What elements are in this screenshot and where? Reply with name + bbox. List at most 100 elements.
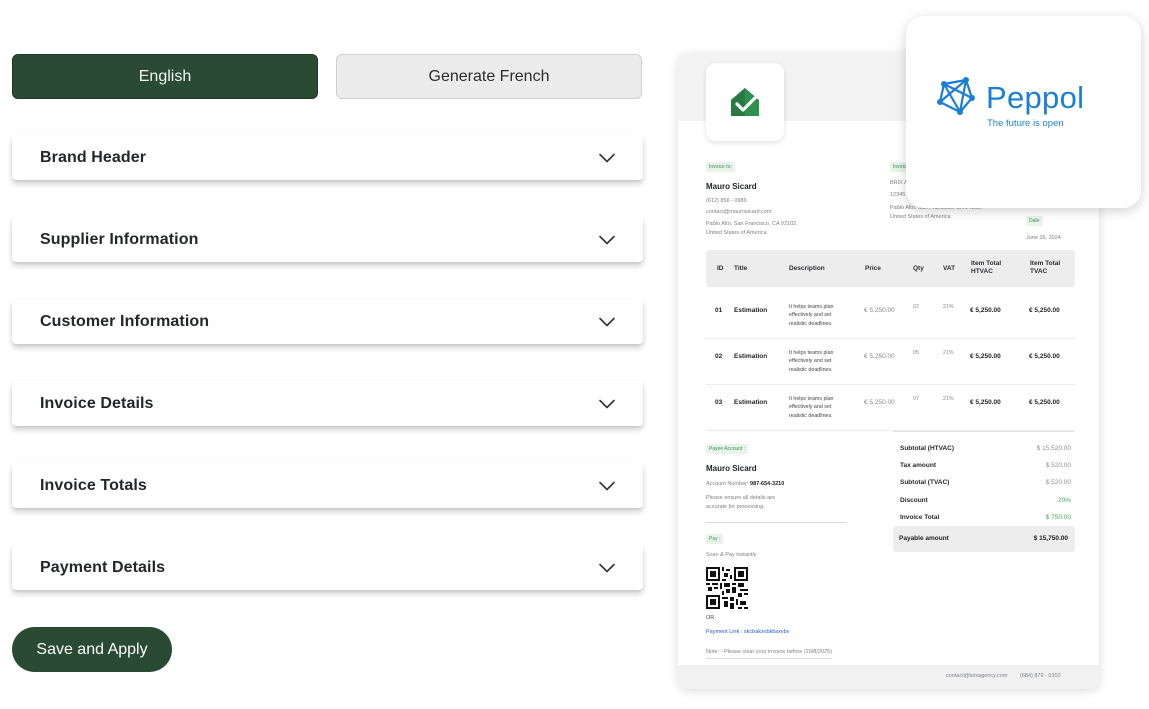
subtotal-htvac-value: $ 15,520.00 (1036, 445, 1071, 452)
table-row: 03 Estimation It helps teams plan effect… (706, 385, 1075, 431)
row-description: It helps teams plan effectively and set … (789, 304, 834, 327)
house-check-icon (731, 88, 759, 116)
account-number: 987-654-3210 (750, 481, 785, 487)
invoice-footer: contact@brixagency.com (684) 879 - 0102 (678, 665, 1099, 689)
accordion-customer-information[interactable]: Customer Information (12, 299, 643, 344)
column-item-total-tvac: Item Total TVAC (1030, 260, 1061, 276)
qr-code-icon[interactable] (706, 567, 748, 609)
save-and-apply-button[interactable]: Save and Apply (12, 627, 172, 672)
accordion-brand-header[interactable]: Brand Header (12, 135, 643, 180)
items-table-header: ID Title Description Price Qty VAT Item … (706, 250, 1075, 287)
row-id: 03 (715, 399, 723, 406)
customer-name: Mauro Sicard (706, 182, 757, 191)
chevron-down-icon (599, 399, 615, 408)
row-vat: 21% (943, 304, 954, 310)
account-number-line: Account Number: 987-654-3210 (706, 481, 785, 487)
row-title: Estimation (734, 353, 768, 360)
row-title: Estimation (734, 399, 768, 406)
tax-amount-label: Tax amount (900, 462, 936, 469)
payee-account-tag: Payee Account : (706, 444, 749, 454)
accordion-title: Invoice Details (40, 394, 154, 412)
row-qty: 07 (913, 396, 919, 402)
row-vat: 21% (943, 350, 954, 356)
column-price: Price (865, 265, 881, 272)
pay-tag: Pay : (706, 534, 724, 544)
row-qty: 02 (913, 304, 919, 310)
row-total-htvac: € 5,250.00 (970, 307, 1001, 314)
footer-email: contact@brixagency.com (946, 673, 1008, 679)
peppol-tagline: The future is open (987, 118, 1064, 129)
column-item-total-htvac: Item Total HTVAC (971, 260, 1002, 276)
payee-note-line1: Please ensure all details are (706, 495, 776, 501)
language-tabs: English Generate French (12, 54, 643, 100)
invoice-total-label: Invoice Total (900, 514, 940, 521)
invoice-to-tag: Invoice to: (706, 162, 735, 172)
totals-divider (893, 431, 1075, 432)
row-id: 02 (715, 353, 723, 360)
date-tag: Date (1026, 216, 1043, 226)
payment-note: Note: - Please clear your invoice before… (706, 649, 832, 660)
invoice-total-value: $ 750.00 (1045, 514, 1071, 521)
accordion-invoice-details[interactable]: Invoice Details (12, 381, 643, 426)
chevron-down-icon (599, 235, 615, 244)
peppol-network-icon (937, 77, 975, 115)
accordion-payment-details[interactable]: Payment Details (12, 545, 643, 590)
column-qty: Qty (913, 265, 924, 272)
accordion-supplier-information[interactable]: Supplier Information (12, 217, 643, 262)
chevron-down-icon (599, 317, 615, 326)
chevron-down-icon (599, 563, 615, 572)
row-id: 01 (715, 307, 723, 314)
tab-generate-french[interactable]: Generate French (336, 54, 642, 99)
discount-label: Discount (900, 497, 928, 504)
row-total-htvac: € 5,250.00 (970, 399, 1001, 406)
payee-note-line2: accurate for processing. (706, 504, 765, 510)
tab-english[interactable]: English (12, 54, 318, 99)
accordion-title: Invoice Totals (40, 476, 147, 494)
column-id: ID (717, 265, 724, 272)
row-price: € 5,250.00 (864, 353, 895, 360)
accordion-title: Brand Header (40, 148, 147, 166)
customer-email: contact@maurosicard.com (706, 209, 772, 215)
payee-name: Mauro Sicard (706, 464, 757, 473)
peppol-card: Peppol The future is open (906, 16, 1141, 208)
row-total-tvac: € 5,250.00 (1029, 307, 1060, 314)
or-text: OR (706, 615, 715, 621)
column-description: Description (789, 265, 825, 272)
divider (706, 522, 846, 523)
table-row: 02 Estimation It helps teams plan effect… (706, 339, 1075, 385)
row-total-htvac: € 5,250.00 (970, 353, 1001, 360)
row-description: It helps teams plan effectively and set … (789, 396, 834, 419)
supplier-address-line2: United States of America (890, 214, 951, 220)
chevron-down-icon (599, 153, 615, 162)
row-price: € 5,250.00 (864, 307, 895, 314)
row-total-tvac: € 5,250.00 (1029, 399, 1060, 406)
payable-amount-label: Payable amount (899, 535, 949, 542)
row-qty: 05 (913, 350, 919, 356)
column-title: Title (734, 265, 748, 272)
accordion-title: Customer Information (40, 312, 210, 330)
accordion-invoice-totals[interactable]: Invoice Totals (12, 463, 643, 508)
customer-address-line1: Pablo Alto, San Francisco, CA 92102, (706, 221, 798, 227)
subtotal-tvac-label: Subtotal (TVAC) (900, 479, 950, 486)
customer-address-line2: United States of America (706, 230, 767, 236)
payment-link[interactable]: Payment Link : skcbakxvbkbsxvbv (706, 629, 789, 636)
scan-text: Scan & Pay instantly (706, 552, 757, 558)
customer-phone: (612) 856 - 0989 (706, 198, 747, 204)
tax-amount-value: $ 520.00 (1045, 462, 1071, 469)
payable-amount-value: $ 15,750.00 (1033, 535, 1068, 542)
row-title: Estimation (734, 307, 768, 314)
invoice-date: June 26, 2024 (1026, 235, 1061, 241)
peppol-name: Peppol (986, 80, 1085, 115)
row-description: It helps teams plan effectively and set … (789, 350, 834, 373)
accordion-title: Payment Details (40, 558, 166, 576)
table-row: 01 Estimation It helps teams plan effect… (706, 293, 1075, 339)
brand-logo (706, 63, 784, 141)
row-total-tvac: € 5,250.00 (1029, 353, 1060, 360)
row-vat: 21% (943, 396, 954, 402)
row-price: € 5,250.00 (864, 399, 895, 406)
footer-phone: (684) 879 - 0102 (1020, 673, 1061, 679)
accordion-title: Supplier Information (40, 230, 199, 248)
subtotal-htvac-label: Subtotal (HTVAC) (900, 445, 955, 452)
chevron-down-icon (599, 481, 615, 490)
column-vat: VAT (943, 265, 956, 272)
